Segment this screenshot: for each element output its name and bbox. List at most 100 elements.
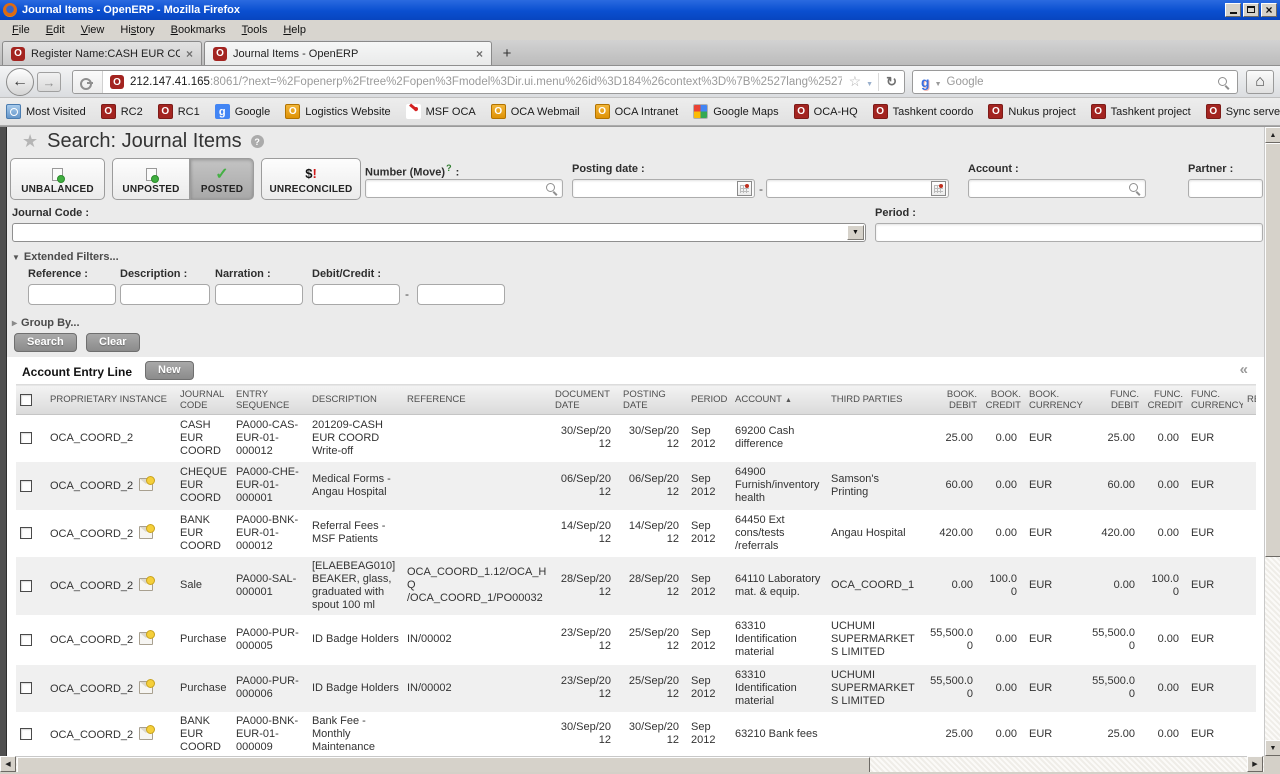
bookmark-oca-hq[interactable]: OCA-HQ [794, 104, 858, 119]
bookmark-star-icon[interactable] [849, 73, 862, 91]
bookmark-oca-webmail[interactable]: OCA Webmail [491, 104, 580, 119]
table-row[interactable]: OCA_COORD_2BANK EUR COORDPA000-BNK-EUR-0… [16, 510, 1256, 557]
attachment-icon[interactable] [139, 478, 153, 491]
credit-to-input[interactable] [417, 284, 505, 305]
search-box[interactable]: g Google [912, 70, 1238, 94]
filter-button-unposted[interactable]: UNPOSTED [112, 158, 190, 200]
row-checkbox[interactable] [20, 580, 32, 592]
back-button[interactable]: ← [6, 68, 34, 96]
favorite-star-icon[interactable] [22, 131, 38, 152]
scroll-up-button[interactable]: ▲ [1265, 127, 1280, 143]
filter-button-unbalanced[interactable]: UNBALANCED [10, 158, 105, 200]
column-header-func-currency[interactable]: FUNC. CURRENCY [1187, 385, 1243, 415]
column-header-func-credit[interactable]: FUNC. CREDIT [1143, 385, 1187, 415]
magnifier-icon[interactable] [1129, 183, 1140, 194]
bookmark-google-maps[interactable]: Google Maps [693, 104, 778, 119]
column-header-third-parties[interactable]: THIRD PARTIES [827, 385, 923, 415]
scroll-right-button[interactable]: ▶ [1247, 756, 1263, 772]
row-checkbox[interactable] [20, 634, 32, 646]
column-header-description[interactable]: DESCRIPTION [308, 385, 403, 415]
left-sidebar-strip[interactable] [0, 127, 7, 756]
tab-close-icon[interactable] [476, 47, 483, 61]
column-header-checkbox[interactable] [16, 385, 46, 415]
bookmark-logistics-website[interactable]: Logistics Website [285, 104, 390, 119]
column-header-func-debit[interactable]: FUNC. DEBIT [1083, 385, 1143, 415]
posting-date-to-input[interactable] [766, 179, 949, 198]
calendar-icon[interactable] [931, 181, 946, 196]
column-header-sequence[interactable]: ENTRY SEQUENCE [232, 385, 308, 415]
scroll-down-button[interactable]: ▼ [1265, 740, 1280, 756]
bookmark-google[interactable]: Google [215, 104, 270, 119]
bookmark-sync-server[interactable]: Sync server [1206, 104, 1280, 119]
menu-help[interactable]: Help [275, 22, 314, 38]
menu-bookmarks[interactable]: Bookmarks [163, 22, 234, 38]
collapse-columns-icon[interactable] [1240, 361, 1248, 378]
url-bar[interactable]: 212.147.41.165:8061/?next=%2Fopenerp%2Ft… [72, 70, 905, 94]
attachment-icon[interactable] [139, 727, 153, 740]
table-row[interactable]: OCA_COORD_2SalePA000-SAL-000001[ELAEBEAG… [16, 557, 1256, 615]
table-row[interactable]: OCA_COORD_2PurchasePA000-PUR-000005ID Ba… [16, 615, 1256, 665]
magnifier-icon[interactable] [546, 183, 557, 194]
attachment-icon[interactable] [139, 526, 153, 539]
vertical-scrollbar[interactable]: ▲ ▼ [1264, 127, 1280, 756]
dropdown-arrow-icon[interactable] [847, 225, 864, 240]
search-engine-dropdown-icon[interactable] [935, 73, 942, 91]
attachment-icon[interactable] [139, 681, 153, 694]
column-header-book-currency[interactable]: BOOK. CURRENCY [1025, 385, 1083, 415]
menu-history[interactable]: History [112, 22, 162, 38]
column-header-account[interactable]: ACCOUNT [731, 385, 827, 415]
attachment-icon[interactable] [139, 632, 153, 645]
column-header-journal[interactable]: JOURNAL CODE [176, 385, 232, 415]
column-header-reconcile[interactable]: RE [1243, 385, 1256, 415]
horizontal-scrollbar[interactable]: ◀ ▶ [0, 756, 1264, 772]
new-button[interactable]: New [145, 361, 194, 380]
column-header-book-debit[interactable]: BOOK. DEBIT [923, 385, 981, 415]
tab-close-icon[interactable] [186, 47, 193, 61]
column-header-post-date[interactable]: POSTING DATE [619, 385, 687, 415]
row-checkbox[interactable] [20, 728, 32, 740]
bookmark-tashkent-coordo[interactable]: Tashkent coordo [873, 104, 974, 119]
tab-1[interactable]: Register Name:CASH EUR COORD - Ope... [2, 41, 202, 65]
column-header-doc-date[interactable]: DOCUMENT DATE [551, 385, 619, 415]
filter-button-posted[interactable]: POSTED [190, 158, 254, 200]
posting-date-from-input[interactable] [572, 179, 755, 198]
search-go-icon[interactable] [1218, 77, 1229, 88]
home-button[interactable] [1246, 70, 1274, 94]
bookmark-rc2[interactable]: RC2 [101, 104, 143, 119]
description-input[interactable] [120, 284, 210, 305]
partner-input[interactable] [1188, 179, 1263, 198]
tab-2[interactable]: Journal Items - OpenERP [204, 41, 492, 65]
restore-button[interactable] [1243, 3, 1259, 17]
extended-filters-toggle[interactable]: Extended Filters... [12, 251, 119, 263]
new-tab-button[interactable]: + [494, 43, 520, 63]
menu-file[interactable]: File [4, 22, 38, 38]
forward-button[interactable]: → [37, 72, 61, 92]
bookmark-nukus-project[interactable]: Nukus project [988, 104, 1075, 119]
group-by-toggle[interactable]: Group By... [12, 317, 80, 329]
url-text[interactable]: 212.147.41.165:8061/?next=%2Fopenerp%2Ft… [130, 76, 842, 88]
row-checkbox[interactable] [20, 527, 32, 539]
vertical-scroll-thumb[interactable] [1265, 143, 1280, 557]
column-header-reference[interactable]: REFERENCE [403, 385, 551, 415]
column-header-period[interactable]: PERIOD [687, 385, 731, 415]
account-input[interactable] [968, 179, 1146, 198]
minimize-button[interactable] [1225, 3, 1241, 17]
row-checkbox[interactable] [20, 682, 32, 694]
reload-button[interactable] [878, 73, 897, 91]
url-dropdown-icon[interactable] [866, 73, 873, 91]
table-row[interactable]: OCA_COORD_2PurchasePA000-PUR-000006ID Ba… [16, 665, 1256, 712]
bookmark-msf-oca[interactable]: MSF OCA [406, 104, 476, 119]
column-header-book-credit[interactable]: BOOK. CREDIT [981, 385, 1025, 415]
reference-input[interactable] [28, 284, 116, 305]
close-button[interactable] [1261, 3, 1277, 17]
table-row[interactable]: OCA_COORD_2CASH EUR COORDPA000-CAS-EUR-0… [16, 415, 1256, 462]
filter-button-unreconciled[interactable]: UNRECONCILED [261, 158, 361, 200]
journal-code-select[interactable] [12, 223, 866, 242]
calendar-icon[interactable] [737, 181, 752, 196]
bookmark-tashkent-project[interactable]: Tashkent project [1091, 104, 1191, 119]
bookmark-rc1[interactable]: RC1 [158, 104, 200, 119]
menu-view[interactable]: View [73, 22, 113, 38]
narration-input[interactable] [215, 284, 303, 305]
number-move-input[interactable] [365, 179, 563, 198]
menu-edit[interactable]: Edit [38, 22, 73, 38]
